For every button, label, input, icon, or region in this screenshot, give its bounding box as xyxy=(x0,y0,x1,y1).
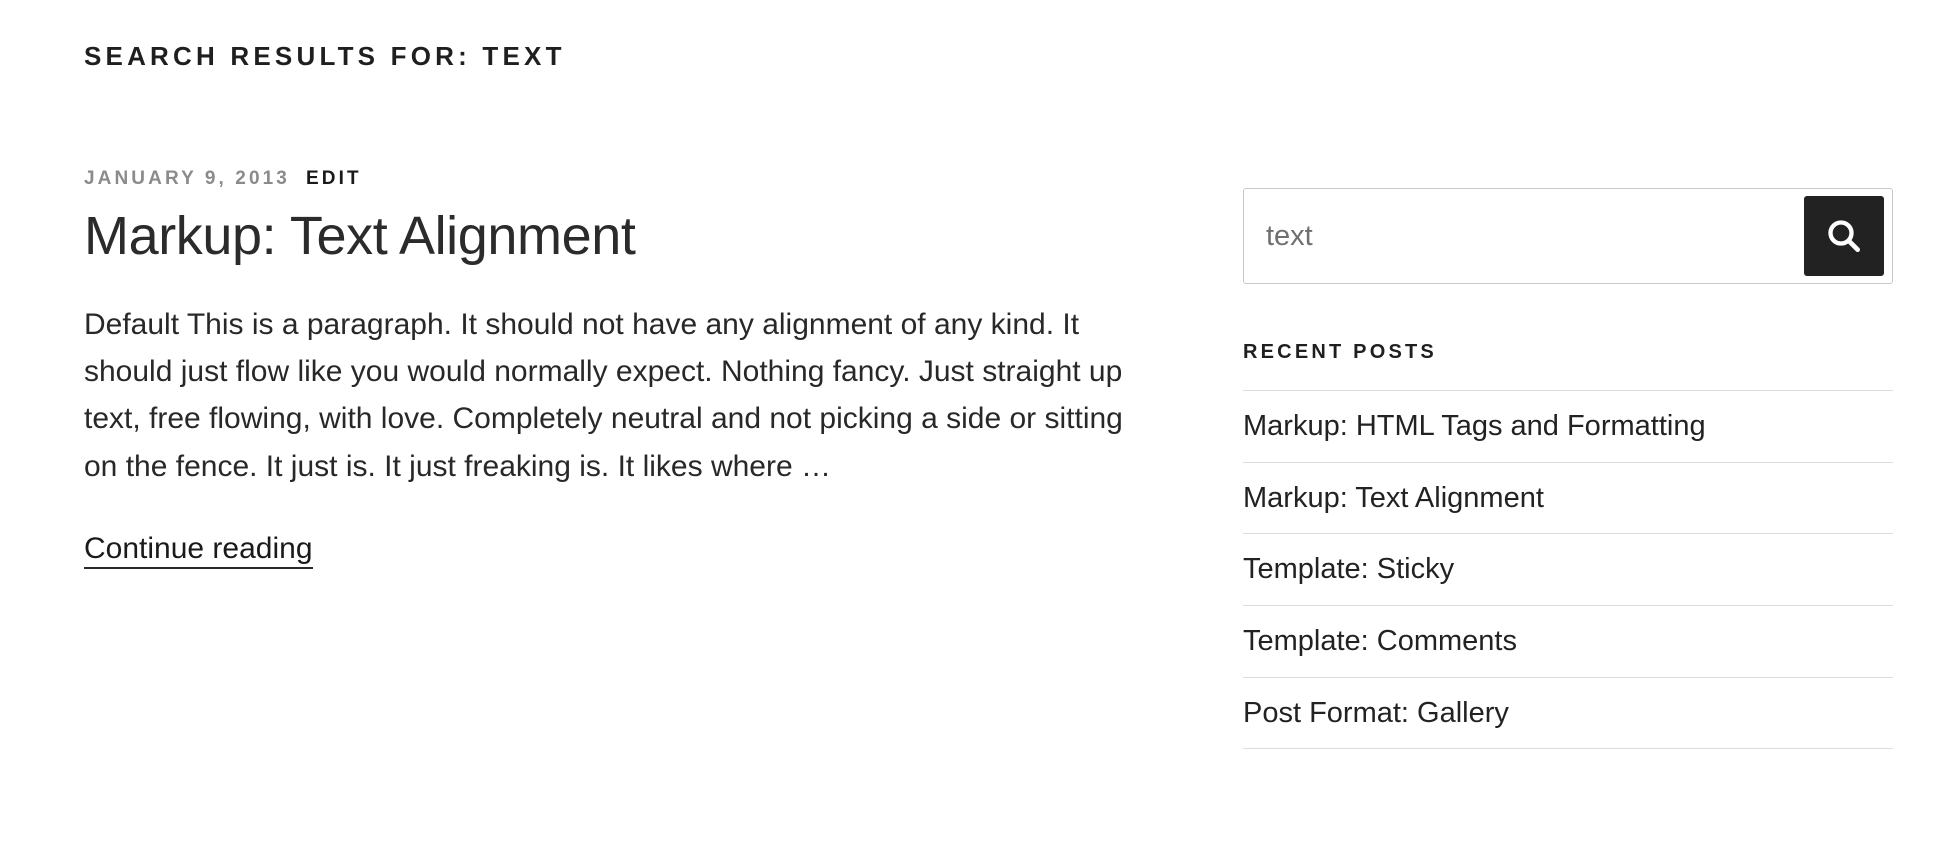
post-date: JANUARY 9, 2013 xyxy=(84,168,290,189)
list-item: Markup: HTML Tags and Formatting xyxy=(1243,391,1893,463)
list-item: Template: Sticky xyxy=(1243,534,1893,607)
search-input[interactable] xyxy=(1244,190,1804,282)
post-summary: Default This is a paragraph. It should n… xyxy=(84,307,1123,483)
recent-posts-list: Markup: HTML Tags and Formatting Markup:… xyxy=(1243,390,1893,750)
continue-reading-link[interactable]: Continue reading xyxy=(84,532,313,570)
page-title: SEARCH RESULTS FOR: TEXT xyxy=(84,41,566,71)
page-header: SEARCH RESULTS FOR: TEXT xyxy=(84,40,1184,74)
sidebar: RECENT POSTS Markup: HTML Tags and Forma… xyxy=(1243,188,1893,750)
recent-post-link[interactable]: Template: Comments xyxy=(1243,606,1893,677)
search-icon xyxy=(1824,216,1864,256)
search-form xyxy=(1243,188,1893,284)
main-content: JANUARY 9, 2013 EDIT Markup: Text Alignme… xyxy=(84,168,1184,570)
list-item: Post Format: Gallery xyxy=(1243,678,1893,750)
recent-post-link[interactable]: Post Format: Gallery xyxy=(1243,678,1893,749)
entry-meta: JANUARY 9, 2013 EDIT xyxy=(84,168,1184,191)
post-title: Markup: Text Alignment xyxy=(84,205,1184,269)
recent-posts-title: RECENT POSTS xyxy=(1243,341,1437,363)
recent-post-link[interactable]: Template: Sticky xyxy=(1243,534,1893,605)
recent-post-link[interactable]: Markup: Text Alignment xyxy=(1243,463,1893,534)
search-submit-button[interactable] xyxy=(1804,196,1884,276)
list-item: Markup: Text Alignment xyxy=(1243,463,1893,535)
edit-post-link[interactable]: EDIT xyxy=(306,168,362,189)
search-result-article: JANUARY 9, 2013 EDIT Markup: Text Alignme… xyxy=(84,168,1184,570)
list-item: Template: Comments xyxy=(1243,606,1893,678)
post-title-link[interactable]: Markup: Text Alignment xyxy=(84,206,636,266)
recent-post-link[interactable]: Markup: HTML Tags and Formatting xyxy=(1243,391,1893,462)
search-results-page: SEARCH RESULTS FOR: TEXT JANUARY 9, 2013… xyxy=(0,0,1960,844)
recent-posts-widget: RECENT POSTS Markup: HTML Tags and Forma… xyxy=(1243,340,1893,750)
more-link-wrapper: Continue reading xyxy=(84,528,1184,570)
